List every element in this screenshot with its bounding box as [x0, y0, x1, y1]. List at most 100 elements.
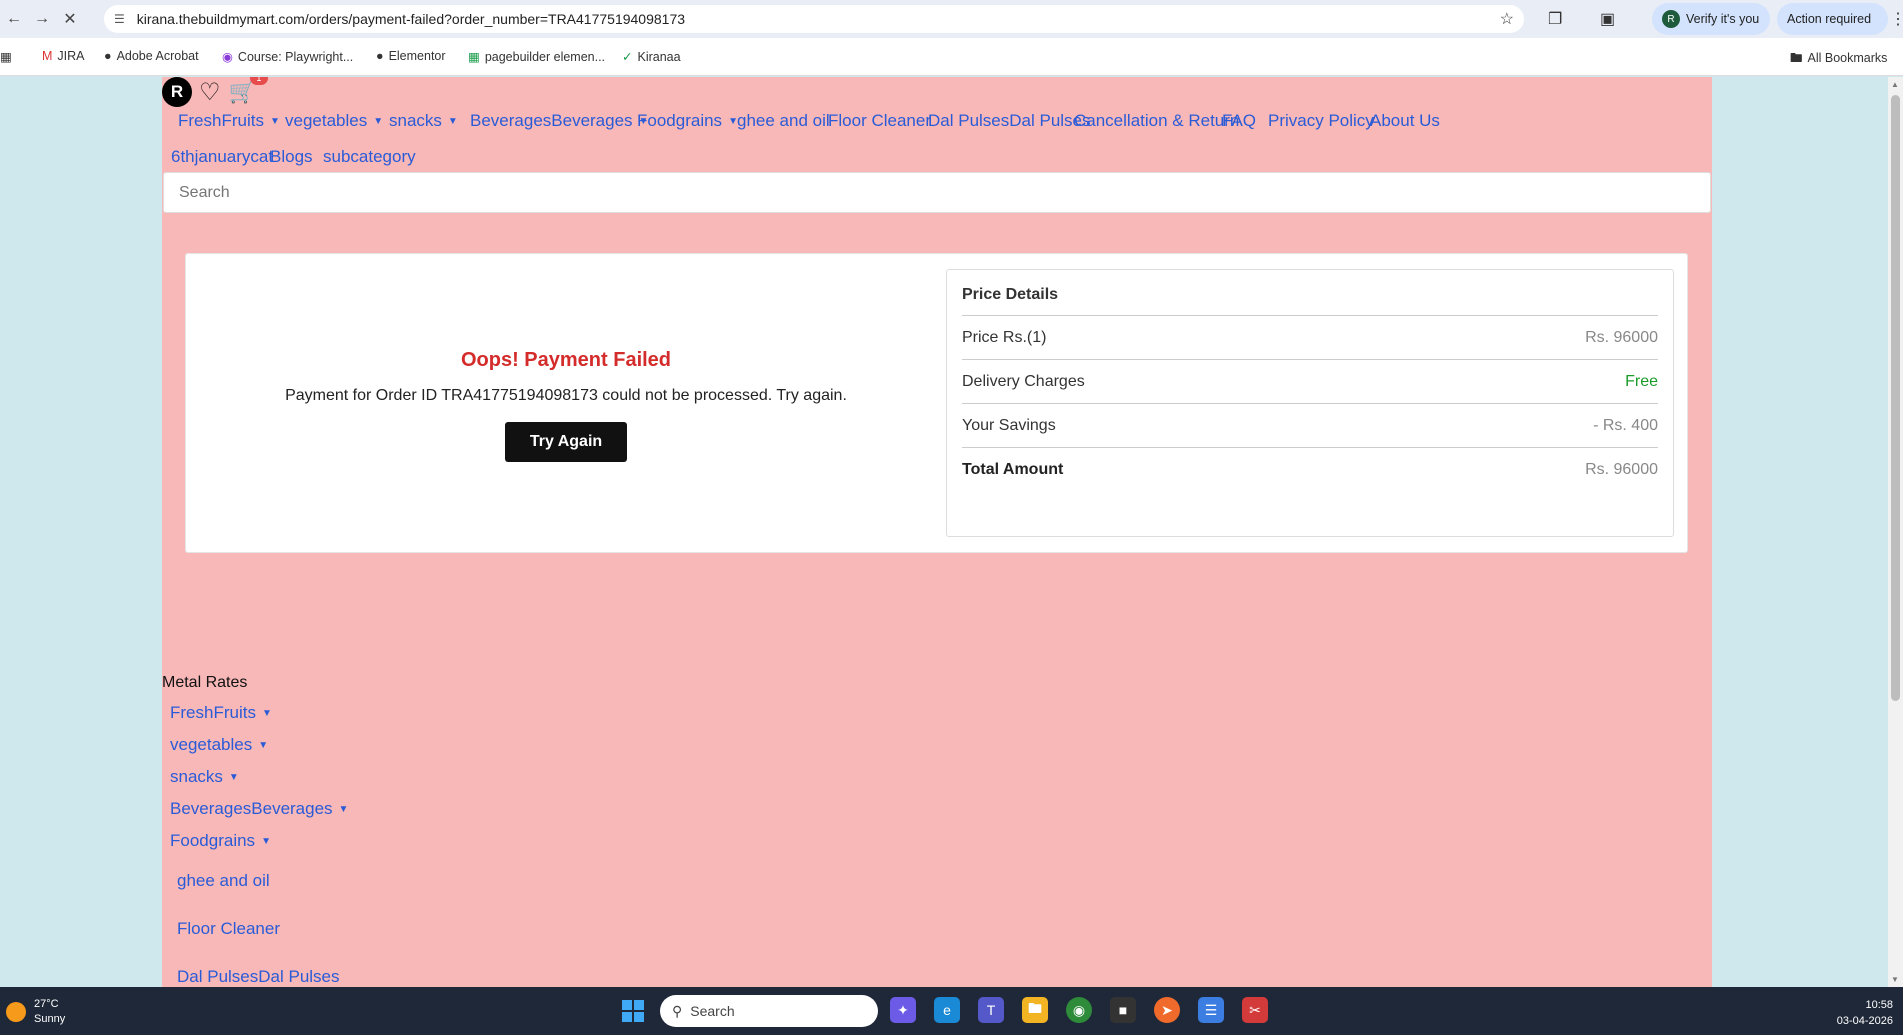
page-scrollbar[interactable]: ▲ ▼ — [1888, 77, 1903, 987]
payment-card: Oops! Payment Failed Payment for Order I… — [185, 253, 1688, 553]
extensions-icon[interactable]: ❐ — [1548, 9, 1562, 29]
bookmark-star-icon[interactable]: ☆ — [1500, 9, 1514, 29]
savings-row: Your Savings - Rs. 400 — [962, 404, 1658, 448]
address-bar[interactable]: ☰ kirana.thebuildmymart.com/orders/payme… — [104, 5, 1524, 33]
verify-button[interactable]: R Verify it's you — [1652, 3, 1770, 35]
menu-floor-cleaner[interactable]: Floor Cleaner — [828, 111, 931, 131]
menu-foodgrains[interactable]: Foodgrains ▼ — [637, 111, 738, 131]
footer-heading: Metal Rates — [162, 674, 248, 691]
bookmark-pagebuilder[interactable]: ▦ pagebuilder elemen... — [468, 49, 605, 64]
caret-down-icon: ▼ — [258, 739, 269, 751]
page-content: R ♡ 🛒 1 FreshFruits ▼ vegetables ▼ snacks ▼ … — [162, 77, 1712, 987]
footer-link-beverages[interactable]: BeveragesBeverages ▼ — [170, 799, 348, 818]
cart-icon[interactable]: 🛒 1 — [229, 77, 268, 105]
footer-link-freshfruits[interactable]: FreshFruits ▼ — [170, 703, 272, 722]
user-avatar[interactable]: R — [162, 77, 192, 107]
caret-down-icon: ▼ — [373, 116, 384, 128]
scroll-down-icon[interactable]: ▼ — [1891, 975, 1899, 984]
footer-link-ghee-and-oil[interactable]: ghee and oil — [177, 871, 270, 890]
footer-link-floor-cleaner[interactable]: Floor Cleaner — [177, 919, 280, 938]
menu-beverages[interactable]: BeveragesBeverages ▼ — [470, 111, 648, 131]
menu-6thjanuarycat[interactable]: 6thjanuarycat — [171, 147, 273, 167]
cart-count-badge: 1 — [249, 77, 268, 85]
clock-time: 10:58 — [1865, 999, 1893, 1011]
browser-toolbar: ← → ✕ ☰ kirana.thebuildmymart.com/orders… — [0, 0, 1903, 38]
check-circle-icon: ✓ — [622, 50, 633, 64]
all-bookmarks[interactable]: 🖿 All Bookmarks — [1790, 49, 1887, 70]
caret-down-icon: ▼ — [261, 835, 271, 847]
menu-ghee-and-oil[interactable]: ghee and oil — [737, 111, 830, 131]
system-clock[interactable]: 10:58 03-04-2026 — [1837, 997, 1893, 1029]
bookmark-course-playwright[interactable]: ◉ Course: Playwright... — [222, 49, 353, 64]
footer-menu: FreshFruits ▼ vegetables ▼ snacks ▼ Beverag… — [170, 697, 348, 987]
footer-link-vegetables[interactable]: vegetables ▼ — [170, 735, 268, 754]
menu-about-us[interactable]: About Us — [1370, 111, 1440, 131]
globe-icon: ● — [104, 49, 112, 63]
teams-icon[interactable]: T — [978, 997, 1004, 1023]
total-value: Rs. 96000 — [1585, 461, 1658, 478]
taskbar-search[interactable]: ⚲ Search — [660, 995, 878, 1027]
bookmark-jira[interactable]: M JIRA — [42, 49, 85, 63]
url-text[interactable]: kirana.thebuildmymart.com/orders/payment… — [137, 11, 685, 27]
folder-icon: 🖿 — [1790, 51, 1803, 65]
bookmarks-bar: ▦ M JIRA ● Adobe Acrobat ◉ Course: Playwrig… — [0, 38, 1903, 76]
clock-date: 03-04-2026 — [1836, 1015, 1893, 1027]
menu-blogs[interactable]: Blogs — [270, 147, 313, 167]
delivery-label: Delivery Charges — [962, 372, 1085, 390]
menu-dal-pulses[interactable]: Dal PulsesDal Pulses — [928, 111, 1091, 131]
caret-down-icon: ▼ — [447, 116, 458, 128]
course-icon: ◉ — [222, 50, 233, 64]
site-settings-icon[interactable]: ☰ — [114, 12, 125, 26]
weather-text: Sunny — [34, 1013, 66, 1025]
apps-grid-icon[interactable]: ▦ — [0, 49, 12, 64]
postman-icon[interactable]: ➤ — [1154, 997, 1180, 1023]
menu-faq[interactable]: FAQ — [1222, 111, 1256, 131]
price-details-panel: Price Details Price Rs.(1) Rs. 96000 Del… — [946, 269, 1674, 537]
snipping-tool-icon[interactable]: ✂ — [1242, 997, 1268, 1023]
search-input[interactable] — [163, 172, 1711, 213]
tab-search-icon[interactable]: ▣ — [1600, 9, 1615, 29]
price-label: Price Rs.(1) — [962, 328, 1047, 346]
menu-vegetables[interactable]: vegetables ▼ — [285, 111, 383, 131]
action-required-label: Action required — [1787, 12, 1872, 26]
back-icon[interactable]: ← — [0, 10, 28, 28]
delivery-value: Free — [1625, 372, 1658, 390]
file-explorer-icon[interactable]: 🖿 — [1022, 997, 1048, 1023]
footer-link-dal-pulses[interactable]: Dal PulsesDal Pulses — [177, 967, 340, 986]
scroll-up-icon[interactable]: ▲ — [1891, 80, 1899, 89]
notepad-icon[interactable]: ☰ — [1198, 997, 1224, 1023]
delivery-row: Delivery Charges Free — [962, 360, 1658, 404]
edge-icon[interactable]: e — [934, 997, 960, 1023]
stop-icon[interactable]: ✕ — [56, 9, 84, 29]
menu-dots-icon[interactable]: ⋮ — [1890, 9, 1903, 29]
profile-avatar-icon: R — [1662, 10, 1680, 28]
bookmark-elementor[interactable]: ● Elementor — [376, 49, 446, 63]
windows-start-icon[interactable] — [622, 1000, 644, 1022]
copilot-icon[interactable]: ✦ — [890, 997, 916, 1023]
terminal-icon[interactable]: ■ — [1110, 997, 1136, 1023]
bookmark-adobe-acrobat[interactable]: ● Adobe Acrobat — [104, 49, 199, 63]
footer-link-snacks[interactable]: snacks ▼ — [170, 767, 239, 786]
menu-freshfruits[interactable]: FreshFruits ▼ — [178, 111, 280, 131]
caret-down-icon: ▼ — [269, 116, 280, 128]
caret-down-icon: ▼ — [261, 707, 272, 719]
total-label: Total Amount — [962, 461, 1064, 478]
menu-subcategory[interactable]: subcategory — [323, 147, 416, 167]
header-icons: R ♡ 🛒 1 — [162, 77, 268, 107]
try-again-button[interactable]: Try Again — [505, 422, 627, 462]
forward-icon[interactable]: → — [28, 10, 56, 28]
sheets-icon: ▦ — [468, 50, 480, 64]
bookmark-kiranaa[interactable]: ✓ Kiranaa — [622, 49, 681, 64]
savings-value: - Rs. 400 — [1593, 416, 1658, 434]
caret-down-icon: ▼ — [338, 803, 349, 815]
scrollbar-thumb[interactable] — [1891, 95, 1900, 701]
footer-link-foodgrains[interactable]: Foodgrains ▼ — [170, 831, 271, 850]
action-required-button[interactable]: Action required — [1777, 3, 1888, 35]
weather-widget[interactable]: 27°C Sunny — [6, 997, 65, 1027]
menu-snacks[interactable]: snacks ▼ — [389, 111, 458, 131]
chrome-icon[interactable]: ◉ — [1066, 997, 1092, 1023]
heart-icon[interactable]: ♡ — [199, 78, 221, 107]
menu-privacy-policy[interactable]: Privacy Policy — [1268, 111, 1374, 131]
taskbar: 27°C Sunny ⚲ Search ✦ e T 🖿 ◉ ■ ➤ ☰ ✂ 10… — [0, 987, 1903, 1035]
menu-cancellation-return[interactable]: Cancellation & Return — [1074, 111, 1239, 131]
